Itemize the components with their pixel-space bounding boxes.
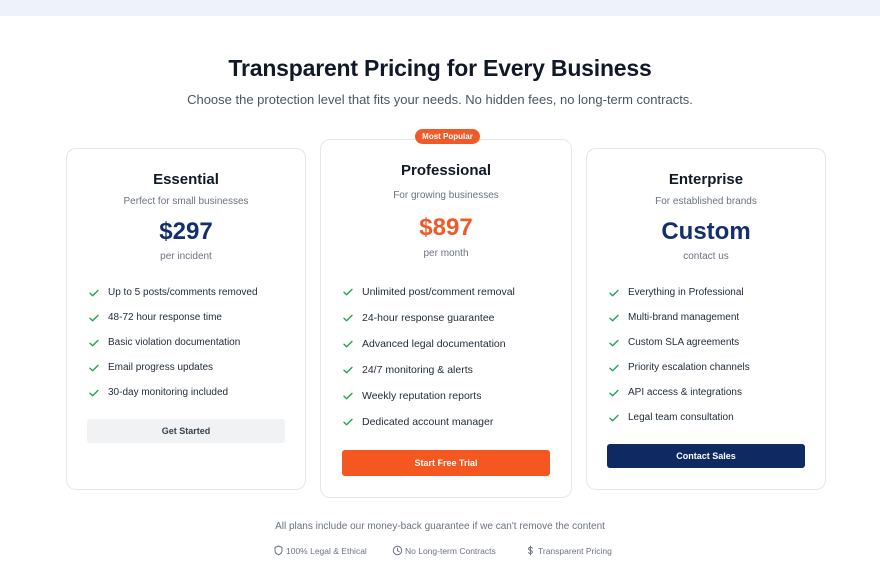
plan-card-enterprise: Enterprise For established brands Custom… xyxy=(586,148,826,490)
plan-price: Custom xyxy=(661,218,751,245)
plan-name: Enterprise xyxy=(668,171,744,188)
feature-item: Email progress updates xyxy=(88,361,258,386)
plan-name: Essential xyxy=(153,171,219,188)
plan-name: Professional xyxy=(400,162,492,179)
check-icon xyxy=(342,364,354,376)
check-icon xyxy=(342,416,354,428)
shield-icon xyxy=(273,545,284,556)
feature-item: Legal team consultation xyxy=(608,411,750,436)
feature-item: API access & integrations xyxy=(608,386,750,411)
check-icon xyxy=(608,362,620,374)
feature-list: Everything in Professional Multi-brand m… xyxy=(608,286,750,436)
feature-item: Custom SLA agreements xyxy=(608,336,750,361)
start-free-trial-button[interactable]: Start Free Trial xyxy=(342,450,550,476)
plan-price: $297 xyxy=(159,218,213,245)
feature-list: Unlimited post/comment removal 24-hour r… xyxy=(342,285,515,441)
check-icon xyxy=(342,390,354,402)
feature-item: Priority escalation channels xyxy=(608,361,750,386)
feature-item: Dedicated account manager xyxy=(342,415,515,441)
check-icon xyxy=(342,338,354,350)
plan-price: $897 xyxy=(419,214,473,241)
feature-item: Everything in Professional xyxy=(608,286,750,311)
check-icon xyxy=(608,412,620,424)
plan-description: For established brands xyxy=(655,196,757,207)
feature-item: Unlimited post/comment removal xyxy=(342,285,515,311)
check-icon xyxy=(342,312,354,324)
check-icon xyxy=(88,387,100,399)
feature-item: Advanced legal documentation xyxy=(342,337,515,363)
check-icon xyxy=(608,387,620,399)
check-icon xyxy=(88,362,100,374)
feature-item: 30-day monitoring included xyxy=(88,386,258,411)
feature-item: Weekly reputation reports xyxy=(342,389,515,415)
get-started-button[interactable]: Get Started xyxy=(87,419,285,443)
contact-sales-button[interactable]: Contact Sales xyxy=(607,444,805,468)
money-back-guarantee-note: All plans include our money-back guarant… xyxy=(275,521,605,532)
plan-description: Perfect for small businesses xyxy=(123,196,249,207)
check-icon xyxy=(342,286,354,298)
plan-card-professional: Most Popular Professional For growing bu… xyxy=(320,129,572,498)
page-subtitle: Choose the protection level that fits yo… xyxy=(187,92,693,107)
page-title: Transparent Pricing for Every Business xyxy=(228,55,652,81)
clock-icon xyxy=(392,545,403,556)
dollar-icon xyxy=(525,545,536,556)
most-popular-badge: Most Popular xyxy=(415,129,480,144)
feature-item: Multi-brand management xyxy=(608,311,750,336)
check-icon xyxy=(88,337,100,349)
feature-list: Up to 5 posts/comments removed 48-72 hou… xyxy=(88,286,258,411)
feature-item: 48-72 hour response time xyxy=(88,311,258,336)
plan-price-unit: contact us xyxy=(683,251,729,262)
plan-price-unit: per month xyxy=(423,248,469,259)
plan-card-essential: Essential Perfect for small businesses $… xyxy=(66,148,306,490)
plan-description: For growing businesses xyxy=(393,190,499,201)
check-icon xyxy=(608,337,620,349)
feature-item: Basic violation documentation xyxy=(88,336,258,361)
check-icon xyxy=(88,287,100,299)
check-icon xyxy=(608,287,620,299)
check-icon xyxy=(88,312,100,324)
feature-item: 24/7 monitoring & alerts xyxy=(342,363,515,389)
feature-item: Up to 5 posts/comments removed xyxy=(88,286,258,311)
check-icon xyxy=(608,312,620,324)
top-banner-strip xyxy=(0,0,880,16)
feature-item: 24-hour response guarantee xyxy=(342,311,515,337)
plan-price-unit: per incident xyxy=(160,251,212,262)
